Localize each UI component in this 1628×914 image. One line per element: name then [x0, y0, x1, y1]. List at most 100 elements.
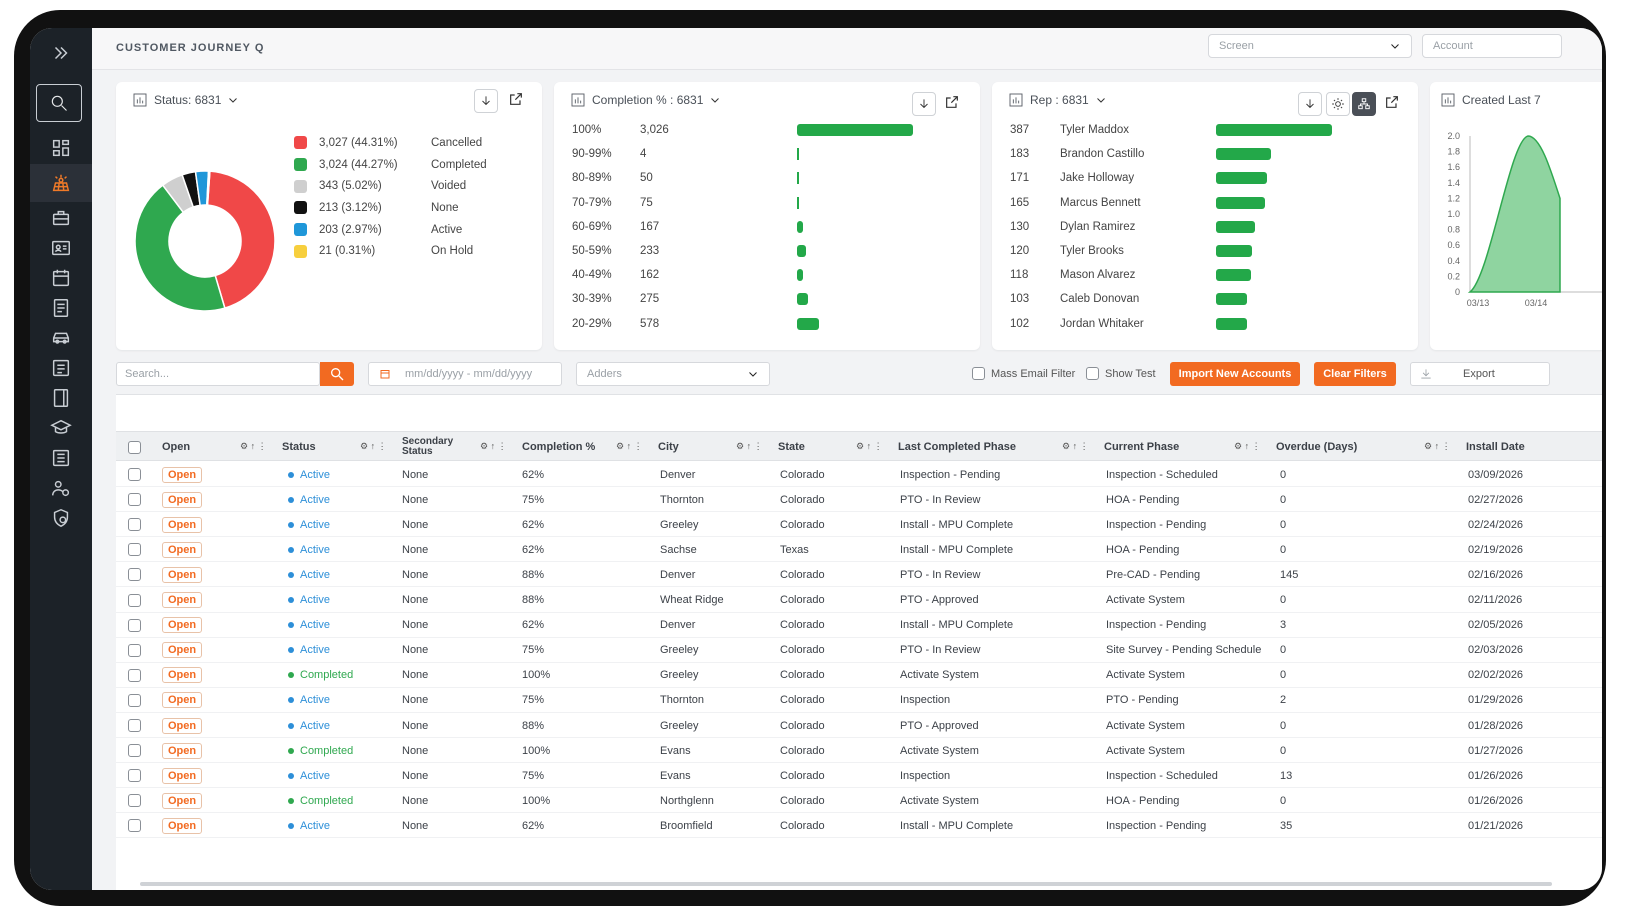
light-mode-button[interactable]: [1326, 92, 1350, 116]
open-external-button[interactable]: [944, 94, 960, 115]
bar[interactable]: [797, 317, 820, 330]
table-row[interactable]: Open Active None 88% Denver Colorado PTO - In …: [116, 562, 1602, 588]
sidebar-item-book[interactable]: [30, 383, 92, 413]
row-checkbox[interactable]: [128, 819, 141, 833]
column-settings-icon[interactable]: ⚙ ↑ ⋮: [1424, 441, 1451, 452]
table-row[interactable]: Open Active None 62% Denver Colorado Install -…: [116, 613, 1602, 638]
checkbox[interactable]: [972, 367, 985, 380]
sidebar-item-briefcase[interactable]: [30, 203, 92, 233]
import-new-accounts-button[interactable]: Import New Accounts: [1170, 362, 1300, 386]
horizontal-scrollbar[interactable]: [140, 882, 1552, 886]
cell-select[interactable]: [128, 813, 141, 838]
bar[interactable]: [1216, 245, 1252, 257]
table-row[interactable]: Open Completed None 100% Evans Colorado Activa…: [116, 738, 1602, 764]
sidebar-item-security[interactable]: [30, 503, 92, 533]
table-row[interactable]: Open Active None 75% Thornton Colorado PTO - I…: [116, 487, 1602, 513]
table-row[interactable]: Open Completed None 100% Greeley Colorado Acti…: [116, 663, 1602, 688]
row-checkbox[interactable]: [128, 618, 141, 632]
open-button[interactable]: Open: [162, 466, 203, 483]
mass-email-filter-checkbox[interactable]: Mass Email Filter: [972, 367, 1075, 380]
account-select[interactable]: Account: [1422, 34, 1562, 58]
sidebar-item-contacts[interactable]: [30, 233, 92, 263]
sidebar-item-vehicles[interactable]: [30, 323, 92, 353]
area-series[interactable]: [1467, 135, 1561, 293]
status-card-header[interactable]: Status: 6831: [132, 92, 239, 108]
cell-select[interactable]: [128, 788, 141, 813]
row-checkbox[interactable]: [128, 543, 141, 557]
bar[interactable]: [1216, 293, 1247, 306]
header-install-date[interactable]: Install Date: [1466, 432, 1525, 462]
table-row[interactable]: Open Active None 88% Greeley Colorado PTO - Ap…: [116, 713, 1602, 738]
column-settings-icon[interactable]: ⚙ ↑ ⋮: [856, 441, 883, 452]
table-row[interactable]: Open Active None 62% Denver Colorado Inspectio…: [116, 462, 1602, 487]
search-input[interactable]: Search...: [116, 362, 320, 386]
bar[interactable]: [797, 196, 799, 209]
bar[interactable]: [1216, 220, 1255, 233]
cell-select[interactable]: [128, 663, 141, 688]
row-checkbox[interactable]: [128, 518, 141, 532]
show-test-checkbox[interactable]: Show Test: [1086, 367, 1156, 380]
select-all-checkbox[interactable]: [128, 432, 141, 462]
header-state[interactable]: State: [778, 432, 805, 462]
bar[interactable]: [1216, 269, 1252, 282]
cell-select[interactable]: [128, 537, 141, 562]
bar[interactable]: [1216, 124, 1332, 136]
legend-item[interactable]: 203 (2.97%) Active: [294, 219, 487, 241]
open-button[interactable]: Open: [162, 491, 203, 508]
bar[interactable]: [797, 172, 799, 185]
download-button[interactable]: [912, 92, 936, 116]
column-settings-icon[interactable]: ⚙ ↑ ⋮: [736, 441, 763, 452]
bar[interactable]: [797, 124, 913, 136]
bar[interactable]: [797, 245, 806, 257]
sidebar-item-reports[interactable]: [30, 353, 92, 383]
cell-select[interactable]: [128, 738, 141, 763]
date-range-input[interactable]: mm/dd/yyyy - mm/dd/yyyy: [368, 362, 562, 386]
header-last-completed-phase[interactable]: Last Completed Phase: [898, 432, 1016, 462]
cell-select[interactable]: [128, 638, 141, 663]
cell-select[interactable]: [128, 487, 141, 512]
bar[interactable]: [797, 220, 804, 233]
cell-select[interactable]: [128, 462, 141, 487]
header-current-phase[interactable]: Current Phase: [1104, 432, 1179, 462]
row-checkbox[interactable]: [128, 568, 141, 582]
sidebar-item-list[interactable]: [30, 443, 92, 473]
legend-item[interactable]: 21 (0.31%) On Hold: [294, 240, 487, 262]
column-settings-icon[interactable]: ⚙ ↑ ⋮: [1062, 441, 1089, 452]
bar[interactable]: [1216, 172, 1268, 185]
bar[interactable]: [1216, 317, 1247, 330]
cell-select[interactable]: [128, 613, 141, 638]
sidebar-item-calendar[interactable]: [30, 263, 92, 293]
open-button[interactable]: Open: [162, 642, 203, 659]
sidebar-item-dashboard[interactable]: [30, 133, 92, 163]
open-button[interactable]: Open: [162, 566, 203, 583]
sidebar-item-solar[interactable]: [30, 164, 92, 202]
clear-filters-button[interactable]: Clear Filters: [1314, 362, 1396, 386]
bar[interactable]: [797, 269, 804, 282]
row-checkbox[interactable]: [128, 794, 141, 808]
sidebar-item-documents[interactable]: [30, 293, 92, 323]
open-external-button[interactable]: [1384, 94, 1400, 115]
cell-select[interactable]: [128, 763, 141, 788]
cell-select[interactable]: [128, 512, 141, 537]
row-checkbox[interactable]: [128, 769, 141, 783]
table-row[interactable]: Open Completed None 100% Northglenn Colorado A…: [116, 788, 1602, 814]
open-button[interactable]: Open: [162, 692, 203, 709]
header-open[interactable]: Open: [162, 432, 190, 462]
cell-select[interactable]: [128, 588, 141, 613]
created-card-header[interactable]: Created Last 7: [1440, 92, 1541, 108]
table-row[interactable]: Open Active None 62% Broomfield Colorado Insta…: [116, 813, 1602, 839]
open-button[interactable]: Open: [162, 617, 203, 634]
row-checkbox[interactable]: [128, 668, 141, 682]
open-external-button[interactable]: [508, 91, 524, 112]
header-city[interactable]: City: [658, 432, 679, 462]
table-row[interactable]: Open Active None 88% Wheat Ridge Colorado PTO …: [116, 588, 1602, 613]
sidebar-item-training[interactable]: [30, 413, 92, 443]
open-button[interactable]: Open: [162, 717, 203, 734]
open-button[interactable]: Open: [162, 541, 203, 558]
open-button[interactable]: Open: [162, 792, 203, 809]
row-checkbox[interactable]: [128, 593, 141, 607]
download-button[interactable]: [1298, 92, 1322, 116]
row-checkbox[interactable]: [128, 493, 141, 507]
bar[interactable]: [1216, 196, 1266, 209]
cell-select[interactable]: [128, 713, 141, 738]
